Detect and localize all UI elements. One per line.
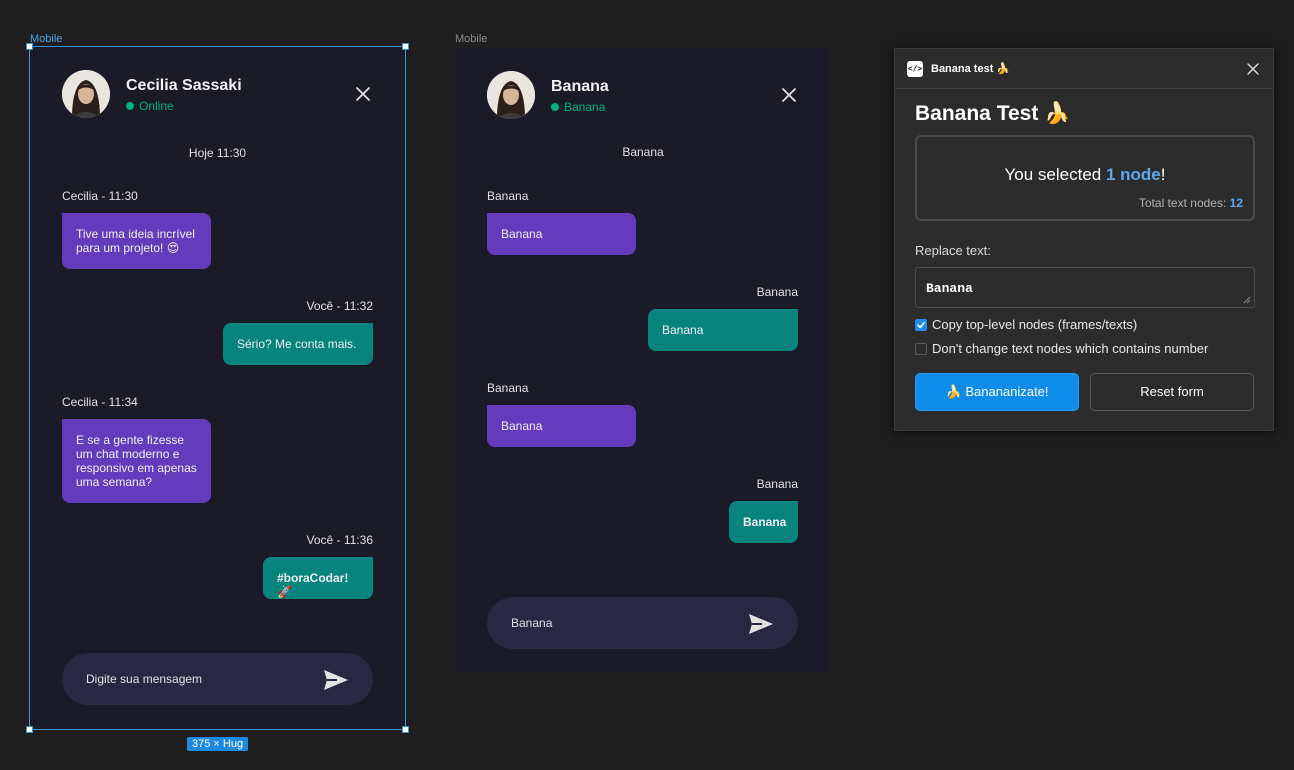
selection-suffix: ! — [1160, 165, 1166, 184]
message-meta: Cecilia - 11:30 — [62, 189, 138, 203]
mobile-frame-original[interactable]: Cecilia Sassaki Online Hoje 11:30 Cecili… — [30, 47, 405, 729]
contact-name: Banana — [551, 78, 609, 95]
resize-handle[interactable] — [402, 43, 409, 50]
skip-numbers-checkbox[interactable] — [915, 342, 927, 355]
resize-handle[interactable] — [26, 726, 33, 733]
message-bubble-incoming[interactable]: Banana — [487, 405, 636, 447]
day-separator: Banana — [622, 145, 664, 159]
online-dot-icon — [551, 103, 559, 111]
message-composer[interactable]: Banana — [487, 597, 798, 649]
bananize-button[interactable]: 🍌 Banananizate! — [915, 373, 1079, 411]
code-icon: </> — [907, 61, 923, 77]
message-input[interactable]: Banana — [511, 616, 552, 630]
copy-top-level-checkbox[interactable] — [915, 318, 927, 331]
message-bubble-incoming[interactable]: Tive uma ideia incrível para um projeto!… — [62, 213, 211, 269]
message-meta: Você - 11:32 — [306, 299, 374, 313]
selection-prefix: You selected — [1004, 165, 1106, 184]
total-label: Total text nodes: — [1138, 196, 1230, 210]
plugin-heading: Banana Test 🍌 — [915, 102, 1071, 125]
message-meta: Banana — [756, 477, 798, 491]
status-label: Banana — [564, 100, 606, 114]
total-count: 12 — [1229, 196, 1243, 210]
chat-header: Cecilia Sassaki Online — [62, 70, 373, 120]
plugin-window-title: Banana test 🍌 — [931, 63, 1011, 75]
checkmark-icon — [917, 321, 925, 329]
frame-label-mobile-2[interactable]: Mobile — [455, 33, 487, 45]
skip-numbers-label: Don't change text nodes which contains n… — [932, 341, 1209, 356]
message-meta: Cecilia - 11:34 — [62, 395, 138, 409]
resize-grip-icon[interactable] — [1243, 296, 1251, 304]
selection-summary: You selected 1 node! — [917, 165, 1253, 185]
message-bubble-outgoing[interactable]: Sério? Me conta mais. — [223, 323, 373, 365]
contact-name: Cecilia Sassaki — [126, 77, 242, 94]
resize-handle[interactable] — [26, 43, 33, 50]
message-input[interactable]: Digite sua mensagem — [86, 672, 202, 686]
copy-top-level-label: Copy top-level nodes (frames/texts) — [932, 317, 1138, 332]
close-icon[interactable] — [353, 84, 373, 104]
total-text-nodes: Total text nodes: 12 — [1139, 196, 1243, 210]
online-dot-icon — [126, 102, 134, 110]
copy-top-level-option[interactable]: Copy top-level nodes (frames/texts) — [915, 317, 1137, 332]
send-icon[interactable] — [323, 669, 349, 691]
contact-avatar[interactable] — [487, 71, 535, 119]
replace-text-value: Banana — [926, 281, 973, 296]
message-bubble-incoming[interactable]: Banana — [487, 213, 636, 255]
contact-avatar[interactable] — [62, 70, 110, 118]
send-icon[interactable] — [748, 613, 774, 635]
message-bubble-outgoing[interactable]: #boraCodar! 🚀 — [263, 557, 373, 599]
message-composer[interactable]: Digite sua mensagem — [62, 653, 373, 705]
status-indicator: Banana — [551, 100, 605, 114]
close-icon[interactable] — [1245, 61, 1261, 77]
message-meta: Banana — [487, 381, 529, 395]
replace-text-label: Replace text: — [915, 243, 991, 258]
message-meta: Você - 11:36 — [306, 533, 374, 547]
plugin-titlebar[interactable]: </> Banana test 🍌 — [895, 49, 1273, 89]
skip-numbers-option[interactable]: Don't change text nodes which contains n… — [915, 341, 1208, 356]
close-icon[interactable] — [779, 85, 799, 105]
message-meta: Banana — [756, 285, 798, 299]
size-badge: 375 × Hug — [187, 737, 249, 751]
resize-handle[interactable] — [402, 726, 409, 733]
status-indicator: Online — [126, 99, 174, 113]
replace-text-input[interactable]: Banana — [915, 267, 1255, 308]
message-meta: Banana — [487, 189, 529, 203]
reset-form-button[interactable]: Reset form — [1090, 373, 1254, 411]
message-bubble-outgoing[interactable]: Banana — [648, 309, 798, 351]
mobile-frame-bananized[interactable]: Banana Banana Banana Banana Banana Banan… — [456, 48, 830, 672]
message-bubble-outgoing[interactable]: Banana — [729, 501, 798, 543]
message-bubble-incoming[interactable]: E se a gente fizesse um chat moderno e r… — [62, 419, 211, 503]
selection-info-box: You selected 1 node! Total text nodes: 1… — [915, 135, 1255, 221]
day-separator: Hoje 11:30 — [188, 146, 247, 160]
status-label: Online — [139, 99, 174, 113]
plugin-window: </> Banana test 🍌 Banana Test 🍌 You sele… — [894, 48, 1274, 431]
frame-label-mobile-1[interactable]: Mobile — [30, 33, 62, 45]
chat-header: Banana Banana — [487, 71, 799, 121]
selection-count: 1 node — [1105, 165, 1161, 184]
